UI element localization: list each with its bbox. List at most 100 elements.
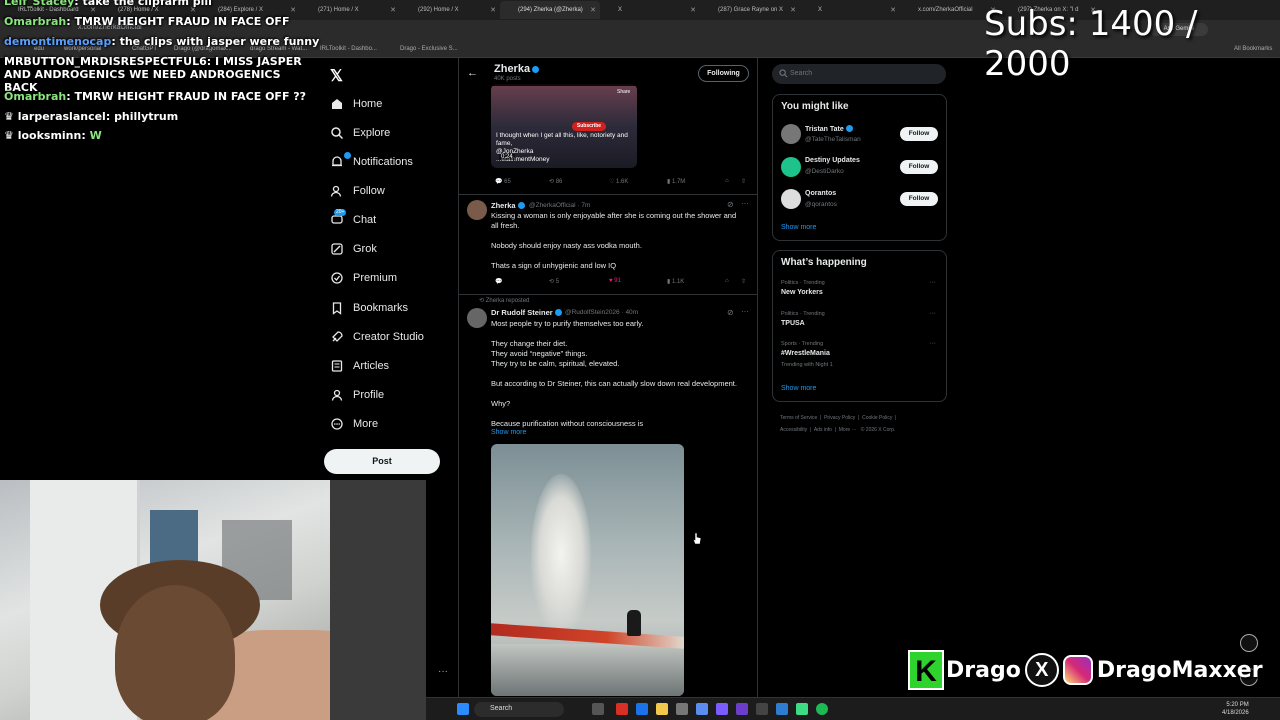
avatar[interactable] bbox=[467, 200, 487, 220]
browser-tab[interactable]: (271) Home / X ✕ bbox=[300, 1, 400, 19]
close-icon[interactable]: ✕ bbox=[390, 6, 396, 14]
nav-notifications[interactable]: Notifications bbox=[330, 151, 413, 173]
footer-link[interactable]: Terms of Service bbox=[780, 415, 817, 421]
post-button[interactable]: Post bbox=[324, 449, 440, 474]
bookmark-icon[interactable]: ⌂ bbox=[725, 178, 729, 184]
share-icon[interactable]: ⇧ bbox=[741, 278, 746, 285]
show-more-link[interactable]: Show more bbox=[491, 429, 526, 436]
bookmark-item[interactable]: Drago - Exclusive S... bbox=[400, 46, 458, 52]
task-view-icon[interactable] bbox=[592, 703, 604, 715]
suggested-user-name[interactable]: Qorantos bbox=[805, 190, 836, 197]
nav-explore[interactable]: Explore bbox=[330, 122, 390, 144]
taskbar-clock[interactable]: 5:20 PM 4/18/2026 bbox=[1222, 701, 1249, 717]
share-label[interactable]: Share bbox=[617, 89, 630, 95]
show-more-link[interactable]: Show more bbox=[781, 224, 816, 231]
like-button[interactable]: ♡ 1.6K bbox=[609, 178, 628, 185]
repost-button[interactable]: ⟲ 86 bbox=[549, 178, 562, 185]
nav-home[interactable]: Home bbox=[330, 93, 382, 115]
browser-tab-active[interactable]: (294) Zherka (@Zherka) ✕ bbox=[500, 1, 600, 19]
trend-name[interactable]: #WrestleMania bbox=[781, 350, 830, 357]
nav-articles[interactable]: Articles bbox=[330, 355, 389, 377]
views-button[interactable]: ▮ 1.7M bbox=[667, 178, 685, 185]
tweet-image[interactable] bbox=[491, 444, 684, 696]
reply-button[interactable]: 💬 65 bbox=[495, 178, 511, 185]
tweet-handle[interactable]: @RudolfStein2026 · 40m bbox=[565, 309, 638, 316]
nav-creator-studio[interactable]: Creator Studio bbox=[330, 326, 424, 348]
suggested-user-name[interactable]: Tristan Tate bbox=[805, 125, 853, 133]
nav-grok[interactable]: Grok bbox=[330, 238, 377, 260]
folder-icon[interactable] bbox=[656, 703, 668, 715]
footer-link[interactable]: Privacy Policy bbox=[824, 415, 855, 421]
nav-label: Home bbox=[353, 98, 383, 110]
close-icon[interactable]: ✕ bbox=[690, 6, 696, 14]
bookmark-item[interactable]: IRLToolkit - Dashbo... bbox=[320, 46, 377, 52]
like-button[interactable]: ♥ 91 bbox=[609, 278, 621, 284]
close-icon[interactable]: ✕ bbox=[290, 6, 296, 14]
spotify-icon[interactable] bbox=[816, 703, 828, 715]
follow-button[interactable]: Follow bbox=[900, 160, 938, 174]
app-icon[interactable] bbox=[696, 703, 708, 715]
reply-button[interactable]: 💬 bbox=[495, 278, 502, 285]
notepad-icon[interactable] bbox=[796, 703, 808, 715]
repost-button[interactable]: ⟲ 5 bbox=[549, 278, 559, 285]
back-arrow-icon[interactable]: ← bbox=[467, 67, 478, 79]
nav-chat[interactable]: 20+ Chat bbox=[330, 209, 376, 231]
app-icon[interactable] bbox=[736, 703, 748, 715]
chat-text: phillytrum bbox=[114, 110, 179, 123]
following-button[interactable]: Following bbox=[698, 65, 749, 82]
windows-start-icon[interactable] bbox=[457, 703, 469, 715]
chrome-icon[interactable] bbox=[636, 703, 648, 715]
views-button[interactable]: ▮ 1.1K bbox=[667, 278, 684, 285]
tweet-author[interactable]: Dr Rudolf Steiner bbox=[491, 308, 562, 317]
browser-tab[interactable]: (287) Grace Rayne on X ✕ bbox=[700, 1, 800, 19]
share-icon[interactable]: ⇧ bbox=[741, 178, 746, 185]
avatar[interactable] bbox=[781, 157, 801, 177]
tweet-handle[interactable]: @ZherkaOfficial · 7m bbox=[529, 202, 590, 209]
browser-tab[interactable]: X ✕ bbox=[800, 1, 900, 19]
trend-name[interactable]: TPUSA bbox=[781, 320, 805, 327]
x-logo-icon[interactable]: 𝕏 bbox=[330, 66, 343, 86]
steam-icon[interactable] bbox=[776, 703, 788, 715]
more-icon[interactable]: ··· bbox=[929, 340, 936, 347]
avatar[interactable] bbox=[781, 189, 801, 209]
grok-icon[interactable]: ⊘ bbox=[727, 200, 734, 209]
avatar[interactable] bbox=[781, 124, 801, 144]
footer-link[interactable]: Accessibility bbox=[780, 427, 807, 433]
taskbar-search[interactable]: Search bbox=[474, 702, 564, 717]
ellipsis-icon[interactable]: ··· bbox=[438, 666, 448, 677]
nav-profile[interactable]: Profile bbox=[330, 384, 384, 406]
follow-button[interactable]: Follow bbox=[900, 127, 938, 141]
avatar[interactable] bbox=[467, 308, 487, 328]
discord-icon[interactable] bbox=[716, 703, 728, 715]
app-icon[interactable] bbox=[756, 703, 768, 715]
nav-premium[interactable]: Premium bbox=[330, 267, 397, 289]
search-input[interactable]: Search bbox=[772, 64, 946, 84]
footer-link[interactable]: More ··· bbox=[839, 427, 857, 433]
more-icon[interactable]: ··· bbox=[741, 199, 749, 208]
close-icon[interactable]: ✕ bbox=[490, 6, 496, 14]
tweet-author[interactable]: Zherka bbox=[491, 201, 525, 210]
show-more-link[interactable]: Show more bbox=[781, 385, 816, 392]
more-icon[interactable]: ··· bbox=[741, 307, 749, 316]
browser-tab[interactable]: (292) Home / X ✕ bbox=[400, 1, 500, 19]
close-icon[interactable]: ✕ bbox=[590, 6, 596, 14]
nav-more[interactable]: More bbox=[330, 413, 378, 435]
nav-bookmarks[interactable]: Bookmarks bbox=[330, 297, 408, 319]
app-icon[interactable] bbox=[676, 703, 688, 715]
nav-follow[interactable]: Follow bbox=[330, 180, 385, 202]
trend-name[interactable]: New Yorkers bbox=[781, 289, 823, 296]
close-icon[interactable]: ✕ bbox=[790, 6, 796, 14]
follow-button[interactable]: Follow bbox=[900, 192, 938, 206]
chrome-icon[interactable] bbox=[616, 703, 628, 715]
more-icon[interactable]: ··· bbox=[929, 310, 936, 317]
grok-icon[interactable]: ⊘ bbox=[727, 308, 734, 317]
suggested-user-name[interactable]: Destiny Updates bbox=[805, 157, 860, 164]
video-embed[interactable]: Share Subscribe I thought when I get all… bbox=[491, 84, 637, 168]
footer-link[interactable]: Cookie Policy bbox=[862, 415, 892, 421]
bookmark-icon[interactable]: ⌂ bbox=[725, 278, 729, 284]
subscribe-button[interactable]: Subscribe bbox=[572, 122, 606, 131]
footer-link[interactable]: Ads info bbox=[814, 427, 832, 433]
more-icon[interactable]: ··· bbox=[929, 279, 936, 286]
browser-tab[interactable]: X ✕ bbox=[600, 1, 700, 19]
close-icon[interactable]: ✕ bbox=[890, 6, 896, 14]
